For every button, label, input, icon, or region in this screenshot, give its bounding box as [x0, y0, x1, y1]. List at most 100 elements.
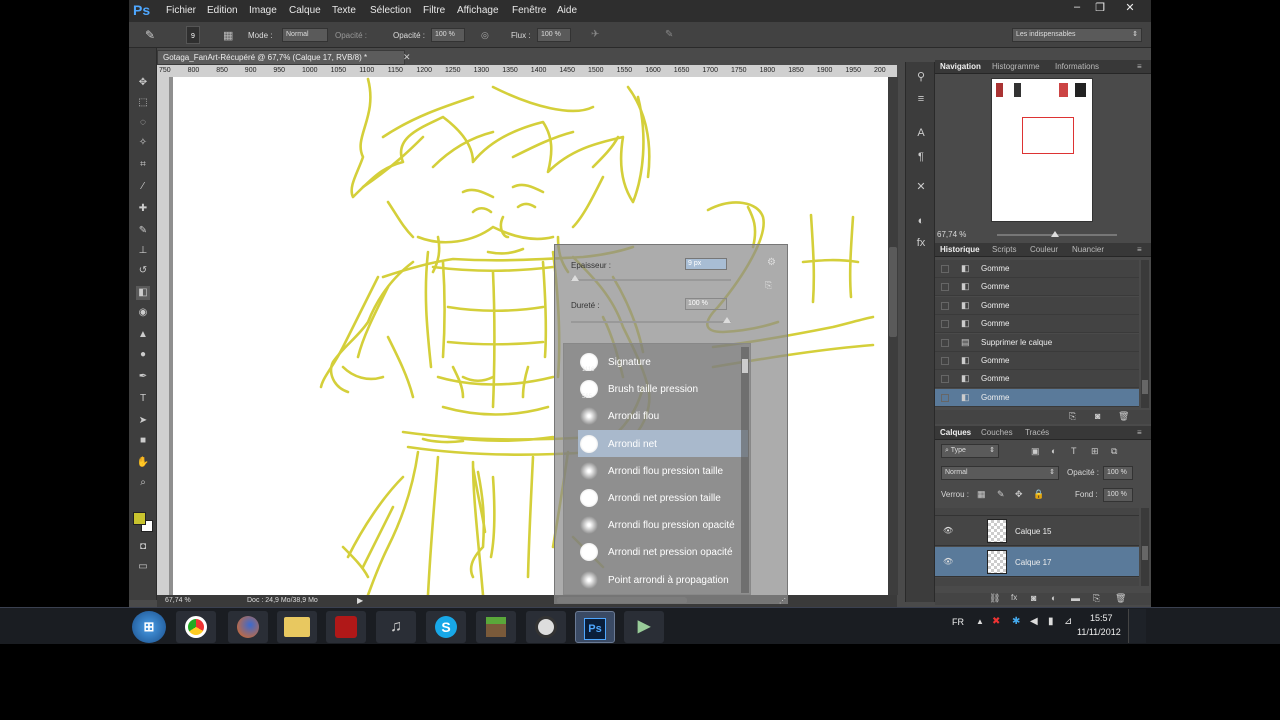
- adjustment-layer-icon[interactable]: ◐: [1051, 593, 1056, 603]
- history-checkbox[interactable]: [941, 301, 949, 310]
- navigator-zoom[interactable]: 67,74 %: [937, 230, 966, 239]
- history-checkbox[interactable]: [941, 320, 949, 329]
- tab-navigation[interactable]: Navigation: [940, 62, 981, 71]
- healing-brush-icon[interactable]: ✚: [136, 202, 150, 216]
- brush-preset-item[interactable]: Signature 1116: [578, 348, 748, 375]
- filter-shape-icon[interactable]: ⊞: [1091, 446, 1099, 457]
- tab-couleur[interactable]: Couleur: [1030, 245, 1058, 254]
- visibility-eye-icon[interactable]: 👁: [943, 557, 953, 566]
- game-taskbar-icon[interactable]: ▶: [624, 611, 664, 643]
- brush-preset-item[interactable]: Arrondi flou: [578, 402, 748, 429]
- history-checkbox[interactable]: [941, 357, 949, 365]
- magic-wand-icon[interactable]: ✧: [136, 136, 150, 150]
- history-item[interactable]: ◧ Gomme: [935, 260, 1139, 278]
- canvas-vertical-scrollbar[interactable]: [888, 77, 898, 595]
- layer-row-calque-15[interactable]: 👁 Calque 15: [935, 516, 1139, 546]
- layer-name[interactable]: Calque 15: [1015, 527, 1051, 536]
- link-layers-icon[interactable]: ⛓: [989, 593, 1000, 604]
- history-item[interactable]: ◧ Gomme: [935, 278, 1139, 297]
- navigator-view-box[interactable]: [1022, 117, 1074, 154]
- brush-preset-item[interactable]: Arrondi net: [578, 429, 748, 457]
- pressure-size-icon[interactable]: ✎: [665, 29, 673, 40]
- tray-network-icon[interactable]: ✱: [1012, 616, 1020, 627]
- navigator-thumbnail[interactable]: [991, 78, 1093, 222]
- tab-calques[interactable]: Calques: [940, 428, 971, 437]
- history-item[interactable]: ◧ Gomme: [935, 352, 1139, 370]
- visibility-eye-icon[interactable]: 👁: [943, 526, 953, 535]
- resize-grip-icon[interactable]: ⋰: [779, 597, 786, 605]
- menu-selection[interactable]: Sélection: [370, 5, 411, 16]
- layer-name[interactable]: Calque 17: [1015, 558, 1051, 567]
- tray-battery-icon[interactable]: ▮: [1048, 616, 1054, 627]
- blur-tool-icon[interactable]: ▲: [136, 328, 150, 342]
- brush-size-preview[interactable]: 9: [186, 26, 200, 44]
- document-info[interactable]: Doc : 24,9 Mo/38,9 Mo: [247, 597, 318, 604]
- zoom-level[interactable]: 67,74 %: [165, 597, 191, 604]
- tab-historique[interactable]: Historique: [940, 245, 980, 254]
- tray-app-icon[interactable]: ✖: [992, 616, 1000, 627]
- show-desktop-button[interactable]: [1128, 609, 1146, 643]
- navigator-zoom-slider[interactable]: [997, 231, 1117, 237]
- layer-row-partial[interactable]: [935, 578, 1139, 586]
- thickness-field[interactable]: 9 px: [685, 258, 727, 270]
- adjustments-icon[interactable]: ≡: [914, 92, 928, 106]
- brush-icon[interactable]: ✎: [136, 224, 150, 238]
- history-scrollbar[interactable]: [1141, 260, 1149, 408]
- restore-button[interactable]: ❐: [1091, 1, 1109, 15]
- brush-panel-icon[interactable]: ▦: [223, 29, 233, 42]
- lock-all-icon[interactable]: 🔒: [1033, 489, 1044, 500]
- lasso-tool-icon[interactable]: ◌: [136, 116, 150, 130]
- layer-opacity-field[interactable]: 100 %: [1103, 466, 1133, 480]
- new-layer-icon[interactable]: ⎘: [1093, 593, 1100, 604]
- hardness-field[interactable]: 100 %: [685, 298, 727, 310]
- new-group-icon[interactable]: ▬: [1071, 593, 1080, 603]
- clock-time[interactable]: 15:57: [1090, 613, 1113, 623]
- layer-style-icon[interactable]: fx: [1011, 593, 1017, 602]
- history-checkbox[interactable]: [941, 265, 949, 273]
- tab-close-icon[interactable]: ✕: [403, 52, 411, 63]
- eraser-icon[interactable]: ◧: [136, 286, 150, 300]
- lock-transparency-icon[interactable]: ▦: [977, 489, 986, 500]
- foreground-color-swatch[interactable]: [133, 512, 146, 525]
- path-select-icon[interactable]: ➤: [136, 414, 150, 428]
- character-icon[interactable]: A: [914, 126, 928, 140]
- pressure-opacity-icon[interactable]: ◎: [481, 30, 489, 41]
- close-button[interactable]: ✕: [1121, 1, 1139, 15]
- shape-tool-icon[interactable]: ■: [136, 434, 150, 448]
- history-item[interactable]: ◧ Gomme: [935, 315, 1139, 334]
- tray-wifi-icon[interactable]: ⊿: [1064, 616, 1072, 627]
- brush-preset-item[interactable]: Point arrondi à propagation: [578, 566, 748, 593]
- airbrush-icon[interactable]: ✈: [591, 29, 599, 40]
- filter-smart-object-icon[interactable]: ⧉: [1111, 446, 1117, 457]
- menu-edition[interactable]: Edition: [207, 5, 238, 16]
- language-indicator[interactable]: FR: [952, 617, 964, 627]
- brush-preset-item[interactable]: Arrondi net pression opacité: [578, 538, 748, 565]
- brush-tool-icon[interactable]: ✎: [145, 28, 155, 42]
- layer-row-partial[interactable]: [935, 508, 1139, 516]
- history-checkbox[interactable]: [941, 393, 949, 402]
- layer-row-calque-17[interactable]: 👁 Calque 17: [935, 547, 1139, 577]
- workspace-select[interactable]: Les indispensables ⇕: [1012, 28, 1142, 42]
- explorer-taskbar-icon[interactable]: [277, 611, 317, 643]
- hand-tool-icon[interactable]: ✋: [136, 456, 150, 470]
- minecraft-taskbar-icon[interactable]: [476, 611, 516, 643]
- hardness-slider[interactable]: [571, 317, 731, 323]
- brush-settings-icon[interactable]: ✕: [914, 180, 928, 194]
- tab-traces[interactable]: Tracés: [1025, 428, 1049, 437]
- history-item[interactable]: ▤ Supprimer le calque: [935, 333, 1139, 352]
- photoshop-taskbar-icon[interactable]: Ps: [575, 611, 615, 643]
- menu-aide[interactable]: Aide: [557, 5, 577, 16]
- quick-mask-icon[interactable]: ◘: [136, 540, 150, 554]
- history-delete-icon[interactable]: 🗑: [1118, 411, 1129, 422]
- history-item[interactable]: ◧ Gomme: [935, 388, 1139, 407]
- snapshot-icon[interactable]: ◙: [1095, 411, 1100, 421]
- opacity-field[interactable]: 100 %: [431, 28, 465, 42]
- clone-stamp-icon[interactable]: ⊥: [136, 244, 150, 258]
- scrollbar-thumb[interactable]: [889, 247, 897, 337]
- show-hidden-icons-icon[interactable]: ▲: [976, 617, 984, 626]
- eyedropper-icon[interactable]: ⁄: [136, 180, 150, 194]
- add-mask-icon[interactable]: ◙: [1031, 593, 1036, 603]
- history-brush-icon[interactable]: ↺: [136, 264, 150, 278]
- tab-nuancier[interactable]: Nuancier: [1072, 245, 1104, 254]
- tab-histogramme[interactable]: Histogramme: [992, 62, 1040, 71]
